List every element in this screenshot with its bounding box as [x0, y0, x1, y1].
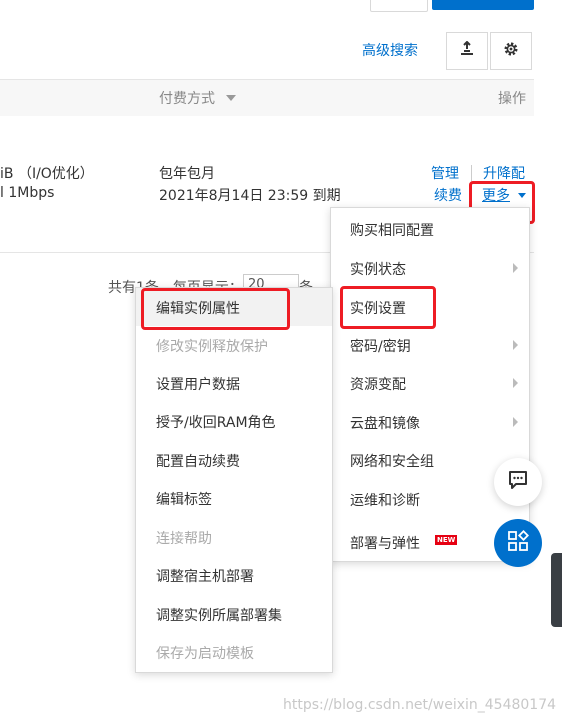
- export-icon: [459, 40, 475, 61]
- submenu-item-deployment-set[interactable]: 调整实例所属部署集: [156, 605, 282, 625]
- menu-item-ops-diagnosis[interactable]: 运维和诊断: [350, 490, 420, 510]
- instance-settings-submenu: 编辑实例属性 修改实例释放保护 设置用户数据 授予/收回RAM角色 配置自动续费…: [135, 287, 333, 673]
- more-menu: 购买相同配置 实例状态 实例设置 密码/密钥 资源变配 云盘和镜像 网络和安全组…: [330, 207, 530, 562]
- spec-line-2: l 1Mbps: [0, 185, 55, 201]
- apps-button[interactable]: [494, 519, 542, 567]
- highlight-box-instance-settings: [340, 286, 436, 329]
- action-divider: [471, 165, 472, 181]
- payment-type: 包年包月: [159, 166, 215, 182]
- submenu-item-release-protection: 修改实例释放保护: [156, 339, 268, 355]
- spec-line-1: iB （I/O优化）: [0, 166, 94, 182]
- expire-time: 2021年8月14日 23:59 到期: [159, 188, 341, 204]
- new-badge: NEW: [435, 535, 458, 545]
- menu-item-network-security[interactable]: 网络和安全组: [350, 451, 434, 471]
- submenu-item-save-template: 保存为启动模板: [156, 646, 254, 662]
- chat-button[interactable]: [494, 458, 542, 506]
- chevron-right-icon: [513, 417, 518, 427]
- submenu-item-host-deploy[interactable]: 调整宿主机部署: [156, 566, 254, 586]
- chevron-right-icon: [513, 378, 518, 388]
- apps-icon: [507, 529, 530, 556]
- chevron-right-icon: [513, 263, 518, 273]
- payment-column-header[interactable]: 付费方式: [159, 88, 215, 108]
- top-primary-button[interactable]: [432, 0, 534, 10]
- actions-column-header: 操作: [498, 91, 526, 107]
- chat-icon: [507, 469, 529, 495]
- export-button[interactable]: [446, 32, 488, 70]
- submenu-item-auto-renew[interactable]: 配置自动续费: [156, 451, 240, 471]
- settings-button[interactable]: [490, 32, 532, 70]
- menu-item-disk-image[interactable]: 云盘和镜像: [350, 413, 420, 433]
- caret-down-icon[interactable]: [226, 95, 236, 101]
- gear-icon: [503, 41, 519, 61]
- chevron-right-icon: [513, 340, 518, 350]
- manage-link[interactable]: 管理: [431, 163, 459, 183]
- menu-item-deploy-elastic[interactable]: 部署与弹性: [350, 533, 420, 553]
- menu-item-resource-change[interactable]: 资源变配: [350, 374, 406, 394]
- menu-item-password-key[interactable]: 密码/密钥: [350, 336, 411, 356]
- side-widget[interactable]: [551, 553, 562, 627]
- watermark: https://blog.csdn.net/weixin_45480174: [283, 697, 557, 713]
- table-header: [0, 79, 534, 117]
- resize-link[interactable]: 升降配: [483, 163, 525, 183]
- menu-item-instance-status[interactable]: 实例状态: [350, 259, 406, 279]
- renew-link[interactable]: 续费: [434, 185, 462, 205]
- submenu-item-user-data[interactable]: 设置用户数据: [156, 374, 240, 394]
- menu-item-buy-same[interactable]: 购买相同配置: [350, 220, 434, 240]
- highlight-box-edit-attributes: [141, 288, 290, 330]
- submenu-item-connect-help: 连接帮助: [156, 531, 212, 547]
- submenu-item-edit-tags[interactable]: 编辑标签: [156, 489, 212, 509]
- advanced-search-link[interactable]: 高级搜索: [362, 40, 418, 60]
- submenu-item-ram-role[interactable]: 授予/收回RAM角色: [156, 412, 276, 432]
- top-secondary-button[interactable]: [370, 0, 428, 12]
